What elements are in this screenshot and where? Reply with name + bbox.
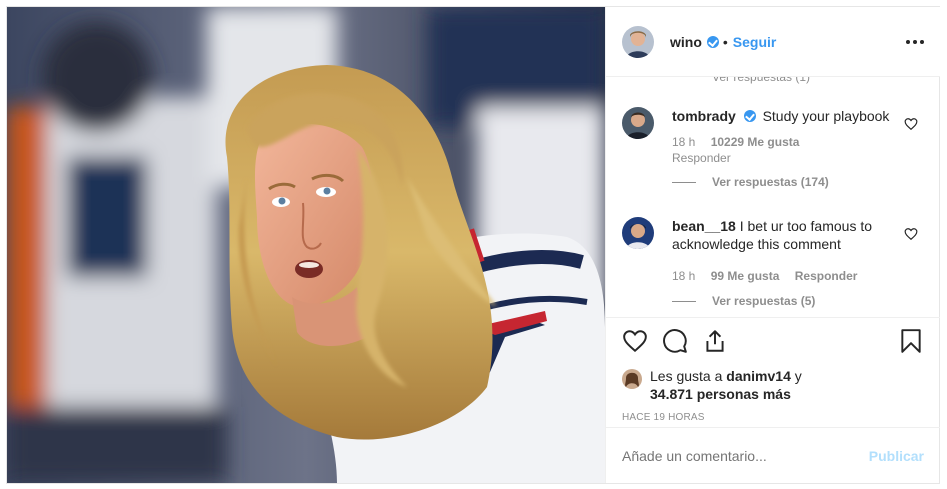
comment-item: tombrady Study your playbook 18 h 10229 … <box>622 107 922 189</box>
post-header: wino • Seguir <box>606 7 940 77</box>
action-icons-row <box>622 318 924 366</box>
comment-reply-button[interactable]: Responder <box>672 150 922 166</box>
replies-divider-line <box>672 181 696 183</box>
comment-likes[interactable]: 10229 Me gusta <box>711 135 800 149</box>
comment-text-block: tombrady Study your playbook <box>672 107 902 125</box>
liker-username[interactable]: danimv14 <box>726 368 791 384</box>
comment-like-heart-icon[interactable] <box>904 117 918 131</box>
likes-text: Les gusta a danimv14 y 34.871 personas m… <box>650 367 802 403</box>
comment-bubble-icon[interactable] <box>662 328 688 354</box>
view-replies-label: Ver respuestas (174) <box>712 175 829 189</box>
heart-outline-icon[interactable] <box>622 328 648 354</box>
comment-text-block: bean__18 I bet ur too famous to acknowle… <box>672 217 902 253</box>
comment-item: bean__18 I bet ur too famous to acknowle… <box>622 217 922 308</box>
verified-badge-icon <box>743 110 756 122</box>
bookmark-icon[interactable] <box>898 328 924 354</box>
likes-summary: Les gusta a danimv14 y 34.871 personas m… <box>622 366 924 406</box>
verified-badge-icon <box>706 35 719 48</box>
share-upload-icon[interactable] <box>702 328 728 354</box>
view-replies-link[interactable]: Ver respuestas (5) <box>672 294 922 308</box>
comment-reply-button[interactable]: Responder <box>795 269 858 283</box>
more-options-icon[interactable] <box>906 34 924 50</box>
view-replies-link[interactable]: Ver respuestas (174) <box>672 175 922 189</box>
publish-button[interactable]: Publicar <box>869 448 924 464</box>
liker-avatar[interactable] <box>622 369 642 389</box>
comment-meta: 18 h 10229 Me gusta <box>672 134 922 150</box>
comment-like-heart-icon[interactable] <box>904 227 918 241</box>
post-actions: Les gusta a danimv14 y 34.871 personas m… <box>606 317 940 423</box>
comment-time: 18 h <box>672 135 696 149</box>
football-player-photo <box>7 7 605 483</box>
follow-button[interactable]: Seguir <box>733 34 777 50</box>
comment-input[interactable] <box>622 447 869 464</box>
likes-prefix: Les gusta a <box>650 368 723 384</box>
commenter-avatar[interactable] <box>622 217 654 249</box>
author-username[interactable]: wino <box>670 34 702 50</box>
post-timestamp[interactable]: HACE 19 HORAS <box>622 412 924 423</box>
comment-likes[interactable]: 99 Me gusta <box>711 269 780 283</box>
likes-connector: y <box>794 368 802 384</box>
comment-time: 18 h <box>672 269 696 283</box>
commenter-avatar[interactable] <box>622 107 654 139</box>
comment-username[interactable]: tombrady <box>672 108 736 124</box>
add-comment-bar: Publicar <box>606 427 940 483</box>
header-separator: • <box>722 33 728 50</box>
instagram-post: wino • Seguir Ver respuestas (1) tombrad… <box>6 6 940 484</box>
replies-divider-line <box>672 300 696 302</box>
author-avatar[interactable] <box>622 25 654 58</box>
post-side-panel: wino • Seguir Ver respuestas (1) tombrad… <box>605 7 940 483</box>
comment-username[interactable]: bean__18 <box>672 218 736 234</box>
post-photo[interactable] <box>7 7 605 483</box>
view-replies-label: Ver respuestas (5) <box>712 294 816 308</box>
comment-meta: 18 h 99 Me gusta Responder <box>672 268 922 284</box>
comment-text: Study your playbook <box>762 108 890 124</box>
likes-count[interactable]: 34.871 personas más <box>650 386 791 402</box>
